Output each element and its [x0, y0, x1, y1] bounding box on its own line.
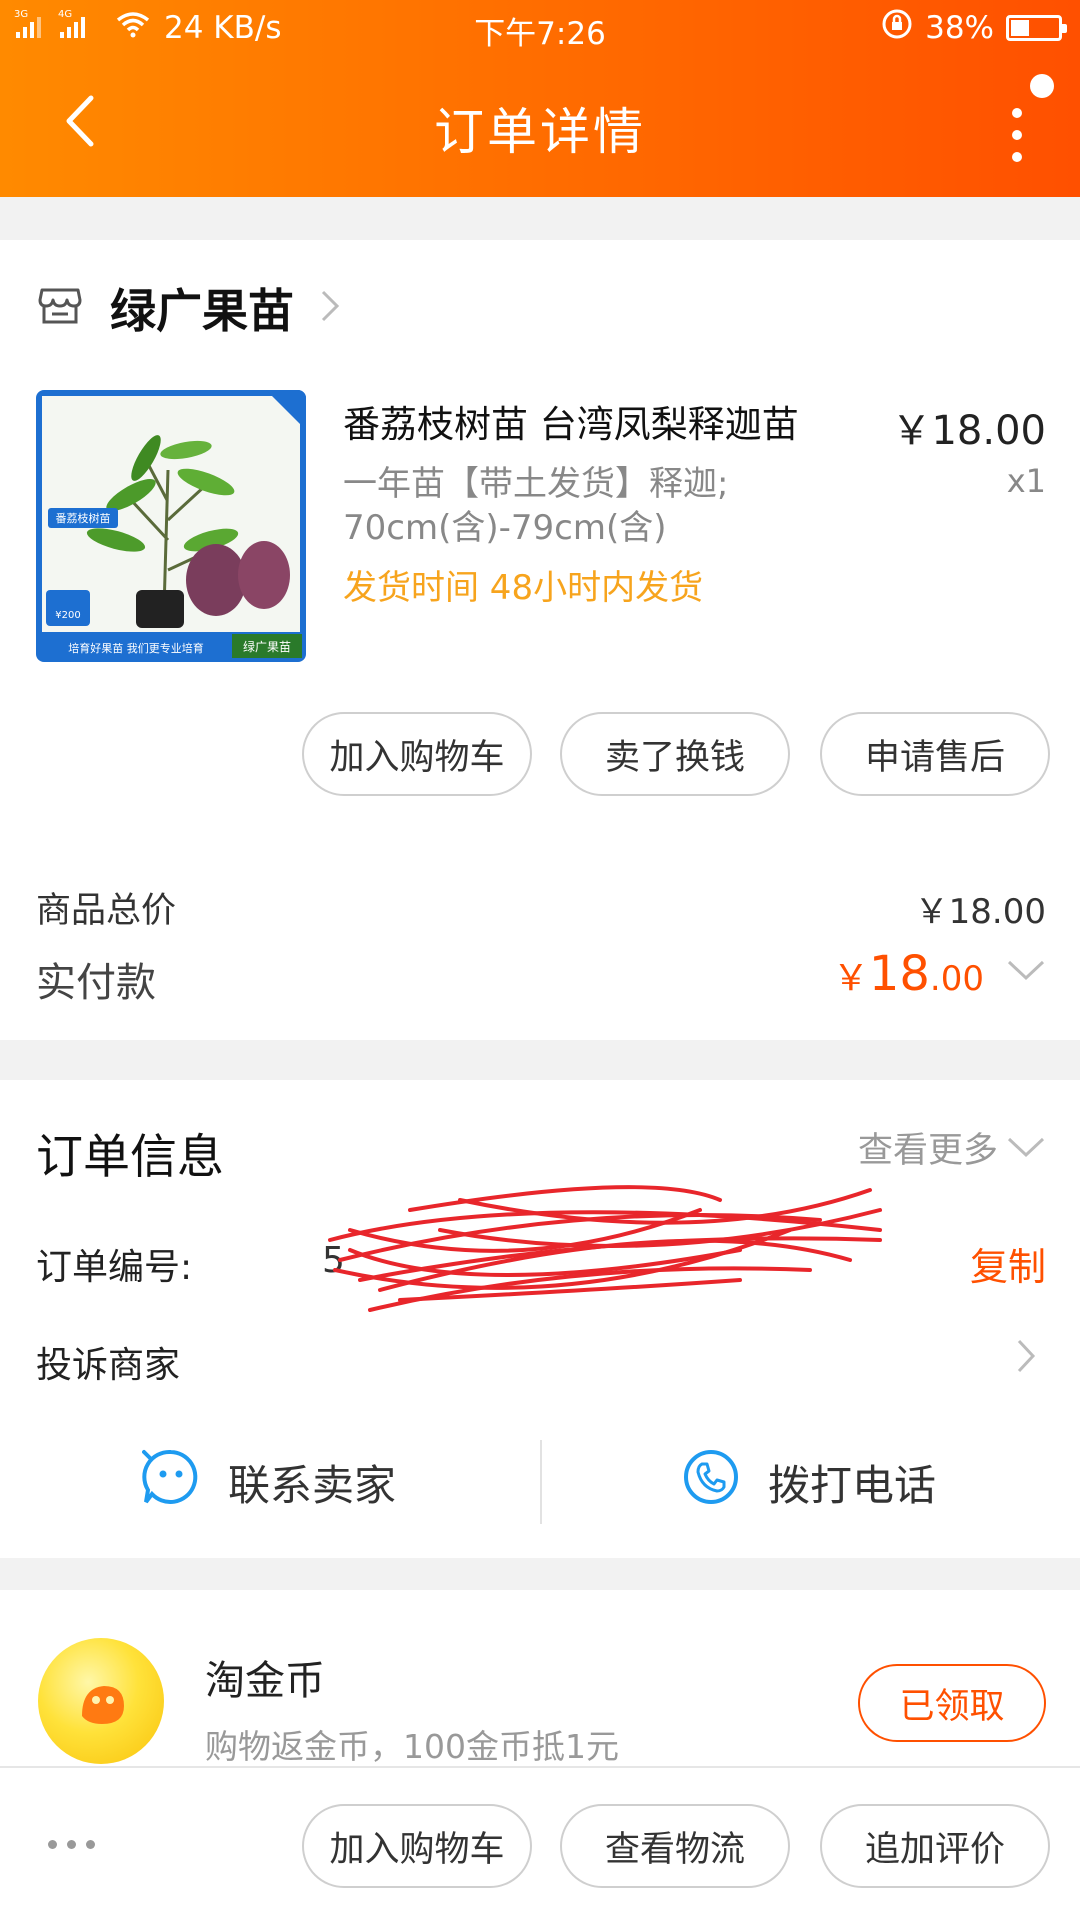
- store-header[interactable]: 绿广果苗: [38, 278, 340, 338]
- chevron-down-icon: [1006, 960, 1046, 986]
- add-to-cart-button[interactable]: 加入购物车: [302, 712, 532, 796]
- bottom-add-to-cart-button[interactable]: 加入购物车: [302, 1804, 532, 1888]
- more-vertical-icon: [1012, 108, 1022, 118]
- chevron-right-icon: [1016, 1339, 1036, 1378]
- order-info-title: 订单信息: [36, 1130, 224, 1185]
- view-logistics-button[interactable]: 查看物流: [560, 1804, 790, 1888]
- chat-bubble-icon: [142, 1448, 200, 1516]
- contact-seller-button[interactable]: 联系卖家: [142, 1440, 396, 1524]
- view-more-button[interactable]: 查看更多: [858, 1122, 1046, 1173]
- coins-description: 购物返金币，100金币抵1元: [205, 1727, 619, 1766]
- product-sku-line2: 70cm(含)-79cm(含): [343, 508, 667, 548]
- contact-divider: [540, 1440, 542, 1524]
- notification-dot: [1030, 74, 1054, 98]
- nav-bar: 订单详情: [0, 70, 1080, 180]
- paid-integer: 18: [868, 946, 930, 1002]
- after-sales-button[interactable]: 申请售后: [820, 712, 1050, 796]
- battery-icon: [1006, 15, 1067, 41]
- order-number-label: 订单编号:: [36, 1247, 193, 1288]
- goods-total-label: 商品总价: [36, 891, 177, 931]
- coins-received-button[interactable]: 已领取: [858, 1664, 1046, 1742]
- paid-currency: ￥: [832, 958, 869, 999]
- shipping-time: 发货时间 48小时内发货: [343, 568, 704, 608]
- more-horizontal-icon[interactable]: [48, 1840, 95, 1849]
- bottom-action-bar: 加入购物车 查看物流 追加评价: [0, 1766, 1080, 1920]
- chevron-right-icon: [320, 289, 340, 327]
- view-more-label: 查看更多: [857, 1131, 998, 1171]
- complain-seller-label[interactable]: 投诉商家: [36, 1336, 180, 1388]
- more-menu-button[interactable]: [974, 74, 1054, 174]
- product-image[interactable]: 番荔枝树苗 ¥200 绿广果苗 培育好果苗 我们更专业培育: [36, 390, 306, 662]
- app-header: 3G 4G 24 KB/s 下午7:26 38% 订单详情: [0, 0, 1080, 197]
- battery-percent: 38%: [925, 10, 994, 46]
- paid-amount: ￥18.00: [833, 946, 984, 1002]
- redaction-scribble: [328, 1185, 882, 1312]
- chevron-down-icon: [1006, 1128, 1046, 1168]
- product-title[interactable]: 番荔枝树苗 台湾凤梨释迦苗: [343, 394, 799, 448]
- call-phone-label: 拨打电话: [768, 1460, 937, 1510]
- page-title: 订单详情: [434, 103, 646, 161]
- goods-total-value: ￥18.00: [914, 892, 1046, 932]
- status-right: 38%: [881, 8, 1067, 48]
- product-sku: 一年苗【带土发货】释迦; 70cm(含)-79cm(含): [343, 462, 863, 550]
- gold-coin-icon: [38, 1638, 164, 1764]
- call-phone-button[interactable]: 拨打电话: [682, 1440, 936, 1524]
- product-quantity: x1: [1006, 462, 1046, 500]
- svg-text:培育好果苗 我们更专业培育: 培育好果苗 我们更专业培育: [68, 641, 204, 655]
- contact-seller-label: 联系卖家: [228, 1460, 397, 1510]
- store-icon: [38, 286, 82, 330]
- rotation-lock-icon: [881, 8, 913, 48]
- product-price: ￥18.00: [891, 408, 1046, 454]
- coins-title: 淘金币: [205, 1658, 325, 1704]
- complain-seller-arrow[interactable]: [1016, 1338, 1036, 1378]
- product-sku-line1: 一年苗【带土发货】释迦;: [343, 464, 729, 504]
- store-name: 绿广果苗: [110, 284, 294, 338]
- expand-payment-button[interactable]: [1006, 958, 1046, 986]
- add-review-button[interactable]: 追加评价: [820, 1804, 1050, 1888]
- svg-text:¥200: ¥200: [55, 610, 80, 621]
- phone-icon: [682, 1448, 740, 1516]
- paid-decimal: .00: [929, 959, 984, 999]
- copy-order-number-button[interactable]: 复制: [970, 1236, 1046, 1291]
- sell-for-cash-button[interactable]: 卖了换钱: [560, 712, 790, 796]
- paid-label: 实付款: [36, 960, 156, 1006]
- status-bar: 3G 4G 24 KB/s 下午7:26 38%: [0, 0, 1080, 56]
- svg-text:绿广果苗: 绿广果苗: [243, 639, 291, 654]
- svg-text:番荔枝树苗: 番荔枝树苗: [56, 511, 111, 525]
